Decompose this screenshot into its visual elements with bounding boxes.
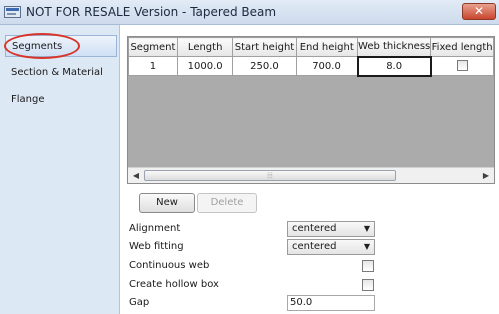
- horizontal-scrollbar[interactable]: ◀ ⦙⦙⦙ ▶: [128, 167, 494, 183]
- column-header-length[interactable]: Length: [176, 37, 234, 57]
- cell-start-height[interactable]: 250.0: [232, 56, 297, 76]
- web-fitting-select[interactable]: centered ▼: [287, 239, 375, 255]
- sidebar-item-label: Section & Material: [11, 67, 103, 78]
- create-hollow-box-label: Create hollow box: [129, 279, 219, 290]
- sidebar-item-label: Flange: [11, 94, 45, 105]
- cell-length[interactable]: 1000.0: [176, 56, 234, 76]
- segments-table: Segment Length Start height End height W…: [128, 37, 494, 77]
- alignment-label: Alignment: [129, 223, 181, 234]
- alignment-value: centered: [292, 223, 337, 234]
- delete-button[interactable]: Delete: [197, 193, 257, 213]
- cell-segment[interactable]: 1: [128, 56, 178, 76]
- sidebar-item-flange[interactable]: Flange: [5, 89, 117, 111]
- column-header-end-height[interactable]: End height: [295, 37, 359, 57]
- cell-end-height[interactable]: 700.0: [295, 56, 359, 76]
- column-header-web-thickness[interactable]: Web thickness: [357, 37, 432, 57]
- chevron-down-icon: ▼: [363, 242, 370, 251]
- column-header-fixed-length[interactable]: Fixed length: [430, 37, 494, 57]
- sidebar-item-label: Segments: [12, 41, 63, 52]
- scrollbar-thumb[interactable]: ⦙⦙⦙: [144, 170, 396, 181]
- gap-input[interactable]: 50.0: [287, 295, 375, 311]
- close-button[interactable]: ✕: [462, 3, 496, 20]
- continuous-web-checkbox[interactable]: [362, 260, 374, 272]
- sidebar-item-section-material[interactable]: Section & Material: [5, 62, 117, 84]
- window-title: NOT FOR RESALE Version - Tapered Beam: [26, 5, 277, 19]
- gap-label: Gap: [129, 297, 150, 308]
- sidebar-item-segments[interactable]: Segments: [5, 35, 117, 57]
- column-header-start-height[interactable]: Start height: [232, 37, 297, 57]
- web-fitting-value: centered: [292, 241, 337, 252]
- table-header-row: Segment Length Start height End height W…: [128, 37, 494, 57]
- web-fitting-label: Web fitting: [129, 241, 184, 252]
- cell-web-thickness[interactable]: 8.0: [356, 55, 432, 77]
- title-bar: NOT FOR RESALE Version - Tapered Beam ✕: [0, 0, 499, 25]
- create-hollow-box-checkbox[interactable]: [362, 279, 374, 291]
- beam-app-icon: [4, 6, 21, 18]
- close-icon: ✕: [473, 4, 485, 18]
- continuous-web-label: Continuous web: [129, 260, 210, 271]
- column-header-segment[interactable]: Segment: [128, 37, 178, 57]
- new-button[interactable]: New: [139, 193, 195, 213]
- fixed-length-checkbox[interactable]: [456, 60, 468, 72]
- table-row: 1 1000.0 250.0 700.0 8.0: [128, 55, 494, 77]
- sidebar: Segments Section & Material Flange: [0, 25, 120, 314]
- chevron-down-icon: ▼: [363, 224, 370, 233]
- scroll-right-icon[interactable]: ▶: [480, 170, 492, 182]
- cell-fixed-length[interactable]: [430, 56, 494, 76]
- segments-grid: Segment Length Start height End height W…: [127, 36, 495, 184]
- alignment-select[interactable]: centered ▼: [287, 221, 375, 237]
- scroll-left-icon[interactable]: ◀: [130, 170, 142, 182]
